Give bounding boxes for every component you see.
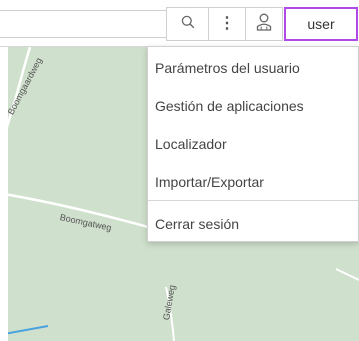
user-menu-button[interactable]: user [284, 7, 358, 41]
user-icon [256, 13, 272, 36]
user-label: user [307, 16, 335, 32]
menu-item-app-management[interactable]: Gestión de aplicaciones [148, 89, 358, 123]
menu-item-logout[interactable]: Cerrar sesión [148, 207, 358, 241]
more-options-button[interactable]: ⋮ [208, 7, 246, 41]
menu-item-import-export[interactable]: Importar/Exportar [148, 165, 358, 199]
search-button[interactable] [166, 7, 209, 41]
user-dropdown-menu: Parámetros del usuario Gestión de aplica… [147, 46, 359, 242]
search-input[interactable] [0, 10, 167, 38]
search-icon [181, 15, 195, 34]
menu-divider [148, 200, 358, 201]
menu-item-user-settings[interactable]: Parámetros del usuario [148, 51, 358, 85]
vertical-ellipsis-icon: ⋮ [219, 15, 235, 32]
top-toolbar: ⋮ user [0, 0, 359, 47]
user-profile-button[interactable] [245, 7, 283, 41]
menu-item-locator[interactable]: Localizador [148, 127, 358, 161]
